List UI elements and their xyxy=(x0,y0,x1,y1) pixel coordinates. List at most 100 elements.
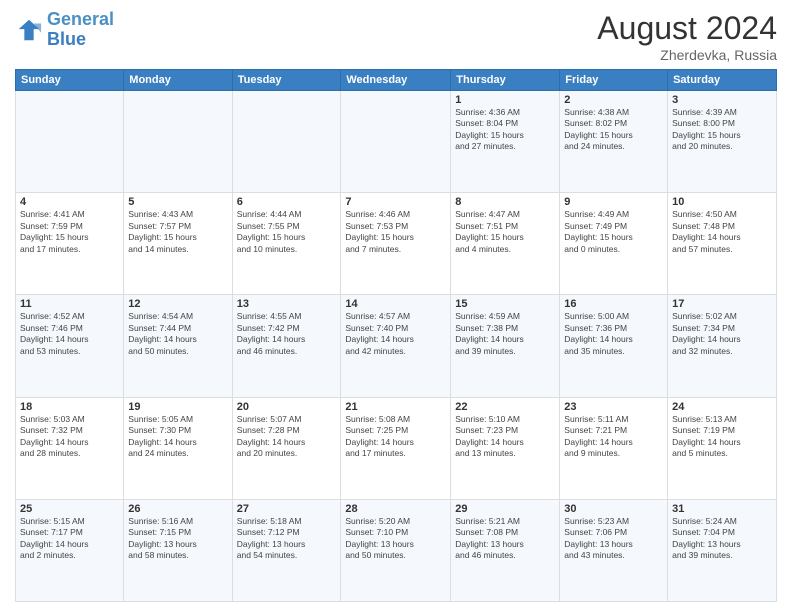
day-cell: 11Sunrise: 4:52 AM Sunset: 7:46 PM Dayli… xyxy=(16,295,124,397)
weekday-header-monday: Monday xyxy=(124,70,232,91)
day-info: Sunrise: 5:15 AM Sunset: 7:17 PM Dayligh… xyxy=(20,516,119,562)
day-cell: 25Sunrise: 5:15 AM Sunset: 7:17 PM Dayli… xyxy=(16,499,124,601)
logo-text: General Blue xyxy=(47,10,114,50)
calendar-table: SundayMondayTuesdayWednesdayThursdayFrid… xyxy=(15,69,777,602)
header: General Blue August 2024 Zherdevka, Russ… xyxy=(15,10,777,63)
weekday-header-row: SundayMondayTuesdayWednesdayThursdayFrid… xyxy=(16,70,777,91)
day-cell: 31Sunrise: 5:24 AM Sunset: 7:04 PM Dayli… xyxy=(668,499,777,601)
day-number: 11 xyxy=(20,298,119,310)
day-info: Sunrise: 5:05 AM Sunset: 7:30 PM Dayligh… xyxy=(128,414,227,460)
day-cell: 2Sunrise: 4:38 AM Sunset: 8:02 PM Daylig… xyxy=(560,91,668,193)
day-info: Sunrise: 4:52 AM Sunset: 7:46 PM Dayligh… xyxy=(20,311,119,357)
page: General Blue August 2024 Zherdevka, Russ… xyxy=(0,0,792,612)
day-info: Sunrise: 5:18 AM Sunset: 7:12 PM Dayligh… xyxy=(237,516,337,562)
day-cell: 28Sunrise: 5:20 AM Sunset: 7:10 PM Dayli… xyxy=(341,499,451,601)
day-number: 19 xyxy=(128,401,227,413)
title-block: August 2024 Zherdevka, Russia xyxy=(597,10,777,63)
day-cell: 26Sunrise: 5:16 AM Sunset: 7:15 PM Dayli… xyxy=(124,499,232,601)
day-number: 23 xyxy=(564,401,663,413)
week-row-1: 1Sunrise: 4:36 AM Sunset: 8:04 PM Daylig… xyxy=(16,91,777,193)
day-number: 30 xyxy=(564,503,663,515)
day-info: Sunrise: 4:50 AM Sunset: 7:48 PM Dayligh… xyxy=(672,209,772,255)
weekday-header-friday: Friday xyxy=(560,70,668,91)
day-info: Sunrise: 4:41 AM Sunset: 7:59 PM Dayligh… xyxy=(20,209,119,255)
day-info: Sunrise: 5:16 AM Sunset: 7:15 PM Dayligh… xyxy=(128,516,227,562)
day-number: 12 xyxy=(128,298,227,310)
day-number: 14 xyxy=(345,298,446,310)
day-cell xyxy=(124,91,232,193)
day-cell: 15Sunrise: 4:59 AM Sunset: 7:38 PM Dayli… xyxy=(451,295,560,397)
day-number: 9 xyxy=(564,196,663,208)
day-info: Sunrise: 4:55 AM Sunset: 7:42 PM Dayligh… xyxy=(237,311,337,357)
day-cell: 17Sunrise: 5:02 AM Sunset: 7:34 PM Dayli… xyxy=(668,295,777,397)
day-cell: 12Sunrise: 4:54 AM Sunset: 7:44 PM Dayli… xyxy=(124,295,232,397)
day-cell xyxy=(341,91,451,193)
day-number: 4 xyxy=(20,196,119,208)
day-number: 5 xyxy=(128,196,227,208)
day-cell: 14Sunrise: 4:57 AM Sunset: 7:40 PM Dayli… xyxy=(341,295,451,397)
weekday-header-tuesday: Tuesday xyxy=(232,70,341,91)
day-number: 29 xyxy=(455,503,555,515)
day-number: 31 xyxy=(672,503,772,515)
day-info: Sunrise: 4:54 AM Sunset: 7:44 PM Dayligh… xyxy=(128,311,227,357)
weekday-header-thursday: Thursday xyxy=(451,70,560,91)
day-info: Sunrise: 4:38 AM Sunset: 8:02 PM Dayligh… xyxy=(564,107,663,153)
day-info: Sunrise: 5:07 AM Sunset: 7:28 PM Dayligh… xyxy=(237,414,337,460)
day-info: Sunrise: 5:11 AM Sunset: 7:21 PM Dayligh… xyxy=(564,414,663,460)
location: Zherdevka, Russia xyxy=(597,47,777,63)
day-info: Sunrise: 5:20 AM Sunset: 7:10 PM Dayligh… xyxy=(345,516,446,562)
day-number: 24 xyxy=(672,401,772,413)
day-info: Sunrise: 5:21 AM Sunset: 7:08 PM Dayligh… xyxy=(455,516,555,562)
weekday-header-saturday: Saturday xyxy=(668,70,777,91)
week-row-2: 4Sunrise: 4:41 AM Sunset: 7:59 PM Daylig… xyxy=(16,193,777,295)
day-info: Sunrise: 5:24 AM Sunset: 7:04 PM Dayligh… xyxy=(672,516,772,562)
day-number: 28 xyxy=(345,503,446,515)
day-info: Sunrise: 4:47 AM Sunset: 7:51 PM Dayligh… xyxy=(455,209,555,255)
day-info: Sunrise: 4:36 AM Sunset: 8:04 PM Dayligh… xyxy=(455,107,555,153)
day-cell: 24Sunrise: 5:13 AM Sunset: 7:19 PM Dayli… xyxy=(668,397,777,499)
day-info: Sunrise: 5:23 AM Sunset: 7:06 PM Dayligh… xyxy=(564,516,663,562)
week-row-3: 11Sunrise: 4:52 AM Sunset: 7:46 PM Dayli… xyxy=(16,295,777,397)
day-number: 7 xyxy=(345,196,446,208)
day-cell: 4Sunrise: 4:41 AM Sunset: 7:59 PM Daylig… xyxy=(16,193,124,295)
day-info: Sunrise: 4:57 AM Sunset: 7:40 PM Dayligh… xyxy=(345,311,446,357)
day-info: Sunrise: 5:02 AM Sunset: 7:34 PM Dayligh… xyxy=(672,311,772,357)
logo-line2: Blue xyxy=(47,30,114,50)
day-cell: 19Sunrise: 5:05 AM Sunset: 7:30 PM Dayli… xyxy=(124,397,232,499)
day-cell xyxy=(16,91,124,193)
day-cell: 18Sunrise: 5:03 AM Sunset: 7:32 PM Dayli… xyxy=(16,397,124,499)
day-cell: 5Sunrise: 4:43 AM Sunset: 7:57 PM Daylig… xyxy=(124,193,232,295)
day-cell: 27Sunrise: 5:18 AM Sunset: 7:12 PM Dayli… xyxy=(232,499,341,601)
month-year: August 2024 xyxy=(597,10,777,47)
day-cell: 16Sunrise: 5:00 AM Sunset: 7:36 PM Dayli… xyxy=(560,295,668,397)
day-cell: 8Sunrise: 4:47 AM Sunset: 7:51 PM Daylig… xyxy=(451,193,560,295)
day-info: Sunrise: 4:59 AM Sunset: 7:38 PM Dayligh… xyxy=(455,311,555,357)
day-number: 21 xyxy=(345,401,446,413)
day-number: 27 xyxy=(237,503,337,515)
weekday-header-sunday: Sunday xyxy=(16,70,124,91)
day-info: Sunrise: 4:39 AM Sunset: 8:00 PM Dayligh… xyxy=(672,107,772,153)
day-number: 6 xyxy=(237,196,337,208)
day-info: Sunrise: 4:46 AM Sunset: 7:53 PM Dayligh… xyxy=(345,209,446,255)
day-cell: 21Sunrise: 5:08 AM Sunset: 7:25 PM Dayli… xyxy=(341,397,451,499)
day-number: 10 xyxy=(672,196,772,208)
day-cell: 10Sunrise: 4:50 AM Sunset: 7:48 PM Dayli… xyxy=(668,193,777,295)
day-cell: 23Sunrise: 5:11 AM Sunset: 7:21 PM Dayli… xyxy=(560,397,668,499)
day-info: Sunrise: 5:08 AM Sunset: 7:25 PM Dayligh… xyxy=(345,414,446,460)
day-cell: 13Sunrise: 4:55 AM Sunset: 7:42 PM Dayli… xyxy=(232,295,341,397)
day-number: 16 xyxy=(564,298,663,310)
day-cell xyxy=(232,91,341,193)
day-number: 25 xyxy=(20,503,119,515)
day-cell: 29Sunrise: 5:21 AM Sunset: 7:08 PM Dayli… xyxy=(451,499,560,601)
day-cell: 9Sunrise: 4:49 AM Sunset: 7:49 PM Daylig… xyxy=(560,193,668,295)
day-cell: 6Sunrise: 4:44 AM Sunset: 7:55 PM Daylig… xyxy=(232,193,341,295)
day-info: Sunrise: 4:44 AM Sunset: 7:55 PM Dayligh… xyxy=(237,209,337,255)
week-row-4: 18Sunrise: 5:03 AM Sunset: 7:32 PM Dayli… xyxy=(16,397,777,499)
day-number: 13 xyxy=(237,298,337,310)
day-cell: 3Sunrise: 4:39 AM Sunset: 8:00 PM Daylig… xyxy=(668,91,777,193)
day-info: Sunrise: 5:03 AM Sunset: 7:32 PM Dayligh… xyxy=(20,414,119,460)
day-number: 3 xyxy=(672,94,772,106)
weekday-header-wednesday: Wednesday xyxy=(341,70,451,91)
day-cell: 7Sunrise: 4:46 AM Sunset: 7:53 PM Daylig… xyxy=(341,193,451,295)
logo-icon xyxy=(15,16,43,44)
